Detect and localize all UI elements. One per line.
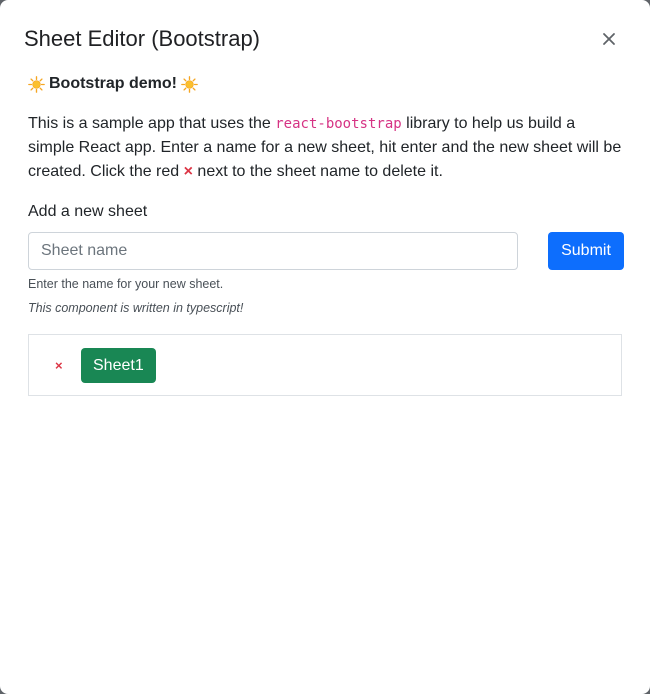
sun-icon: [181, 75, 198, 93]
dialog-content: Bootstrap demo! This is a sample app tha…: [28, 72, 624, 396]
sheet-name-input[interactable]: [28, 232, 518, 270]
delete-sheet-button[interactable]: ×: [55, 358, 81, 373]
sheet-editor-dialog: Sheet Editor (Bootstrap) Bootstrap demo!…: [0, 0, 650, 694]
description-text: This is a sample app that uses the: [28, 115, 276, 132]
add-sheet-row: Submit: [28, 232, 624, 270]
submit-button[interactable]: Submit: [548, 232, 624, 270]
demo-heading: Bootstrap demo!: [28, 72, 624, 96]
description-paragraph: This is a sample app that uses the react…: [28, 112, 624, 184]
close-icon[interactable]: [598, 28, 620, 50]
description-text: next to the sheet name to delete it.: [192, 163, 443, 180]
demo-heading-text: Bootstrap demo!: [49, 75, 177, 92]
library-code: react-bootstrap: [275, 116, 402, 132]
typescript-note: This component is written in typescript!: [28, 301, 244, 315]
sheet-badge[interactable]: Sheet1: [81, 347, 156, 383]
sun-icon: [28, 75, 45, 93]
sheet-list: × Sheet1: [28, 334, 622, 396]
add-sheet-label: Add a new sheet: [28, 203, 148, 220]
red-x-mark: ×: [183, 163, 193, 180]
help-text: Enter the name for your new sheet.: [28, 277, 224, 291]
dialog-title: Sheet Editor (Bootstrap): [24, 26, 261, 51]
